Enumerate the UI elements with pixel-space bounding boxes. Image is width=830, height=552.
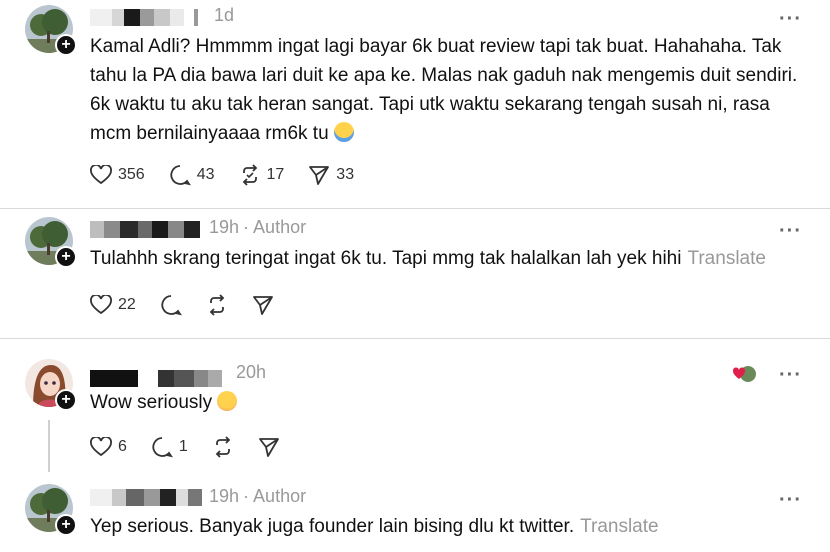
post-actions: 356 43 17 33 <box>90 164 378 186</box>
post-text-content: Yep serious. Banyak juga founder lain bi… <box>90 516 575 537</box>
like-button[interactable]: 356 <box>90 165 145 185</box>
reply-count: 43 <box>196 166 215 183</box>
reply-button[interactable] <box>160 294 182 316</box>
follow-plus-icon[interactable]: + <box>55 389 77 411</box>
author-tag: Author <box>253 486 307 506</box>
post-time: 19h <box>209 217 240 237</box>
like-button[interactable]: 22 <box>90 295 136 315</box>
reply-button[interactable]: 43 <box>169 164 215 186</box>
post-actions: 6 1 <box>90 436 304 458</box>
more-icon[interactable]: ··· <box>779 221 802 241</box>
share-icon <box>309 166 330 185</box>
comment-icon <box>161 295 182 316</box>
translate-link[interactable]: Translate <box>687 248 766 269</box>
post-text: Wow seriously <box>90 388 800 417</box>
thread-post-2: + 19h · Author ··· Tulahhh skrang teringat… <box>0 209 830 339</box>
share-button[interactable] <box>252 294 274 316</box>
reply-count: 1 <box>178 438 188 455</box>
comment-icon <box>152 437 173 458</box>
author-tag: Author <box>253 217 307 237</box>
share-count: 33 <box>336 166 355 183</box>
repost-button[interactable] <box>206 294 228 316</box>
post-text-content: Wow seriously <box>90 392 213 413</box>
reply-button[interactable]: 1 <box>151 436 188 458</box>
heart-icon <box>90 295 112 315</box>
heart-icon <box>90 437 112 457</box>
heart-icon <box>90 165 112 185</box>
post-actions: 22 <box>90 294 298 316</box>
repost-icon <box>215 436 231 458</box>
post-text-content: Tulahhh skrang teringat ingat 6k tu. Tap… <box>90 248 682 269</box>
separator: · <box>243 486 250 506</box>
more-icon[interactable]: ··· <box>779 490 802 510</box>
follow-plus-icon[interactable]: + <box>55 514 77 536</box>
thread-post-3: + 20h ··· Wow seriously 6 1 <box>0 339 830 474</box>
post-text: Tulahhh skrang teringat ingat 6k tu. Tap… <box>90 244 800 273</box>
repost-icon <box>242 164 257 186</box>
post-meta: 19h · Author <box>209 486 306 507</box>
more-icon[interactable]: ··· <box>779 9 802 29</box>
comment-icon <box>170 165 191 186</box>
like-count: 356 <box>118 166 145 183</box>
post-time: 19h <box>209 486 240 506</box>
share-button[interactable] <box>258 436 280 458</box>
username-redacted[interactable] <box>90 489 202 506</box>
repost-count: 17 <box>266 166 285 183</box>
thread-post-1: + 1d ··· Kamal Adli? Hmmmm ingat lagi ba… <box>0 0 830 208</box>
follow-plus-icon[interactable]: + <box>55 34 77 56</box>
post-time: 1d <box>214 5 235 25</box>
liked-by-author-avatar <box>732 365 757 383</box>
post-text-content: Kamal Adli? Hmmmm ingat lagi bayar 6k bu… <box>90 36 798 144</box>
post-text: Yep serious. Banyak juga founder lain bi… <box>90 512 800 541</box>
post-time: 20h <box>236 362 267 382</box>
username-redacted[interactable] <box>90 221 200 238</box>
like-count: 22 <box>118 296 136 313</box>
follow-plus-icon[interactable]: + <box>55 246 77 268</box>
username-redacted[interactable] <box>90 370 222 387</box>
repost-button[interactable]: 17 <box>239 164 285 186</box>
thread-post-4: + 19h · Author ··· Yep serious. Banyak jug… <box>0 474 830 552</box>
share-icon <box>252 296 273 315</box>
share-icon <box>258 438 279 457</box>
heart-avatar-icon <box>732 366 756 382</box>
post-meta: 19h · Author <box>209 217 306 238</box>
flushed-emoji-icon <box>217 391 238 411</box>
like-count: 6 <box>118 438 127 455</box>
like-button[interactable]: 6 <box>90 437 127 457</box>
translate-link[interactable]: Translate <box>580 516 659 537</box>
share-button[interactable]: 33 <box>308 164 354 186</box>
username-redacted[interactable] <box>90 9 198 26</box>
repost-button[interactable] <box>212 436 234 458</box>
repost-icon <box>209 294 225 316</box>
more-icon[interactable]: ··· <box>779 365 802 385</box>
crying-emoji-icon <box>333 122 354 142</box>
separator: · <box>243 217 250 237</box>
post-text: Kamal Adli? Hmmmm ingat lagi bayar 6k bu… <box>90 32 800 148</box>
